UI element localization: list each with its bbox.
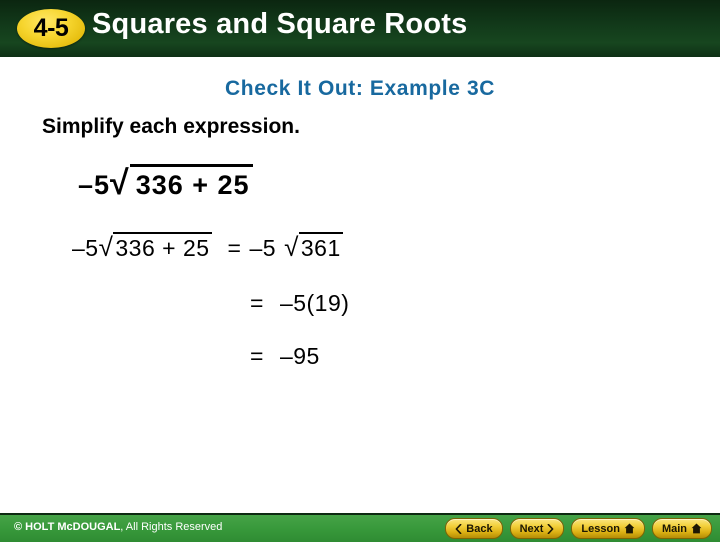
- back-button-label: Back: [466, 522, 493, 535]
- main-button-label: Main: [661, 522, 687, 535]
- main-button[interactable]: Main: [651, 518, 712, 539]
- next-button[interactable]: Next: [509, 518, 565, 539]
- navigation-bar: Back Next Lesson Main: [445, 518, 712, 539]
- line1-rhs-radical: √361: [284, 231, 343, 262]
- home-icon: [624, 523, 635, 534]
- page-title: Squares and Square Roots: [92, 8, 468, 40]
- problem-expression: –5√ 336 + 25: [78, 164, 253, 202]
- back-button[interactable]: Back: [445, 518, 503, 539]
- line3-equals: =: [250, 343, 264, 369]
- radical-sign-icon: √: [98, 232, 114, 262]
- copyright-rights: , All Rights Reserved: [120, 521, 223, 533]
- line1-lhs-radical: √336 + 25: [98, 231, 212, 262]
- line1-rhs-radicand: 361: [298, 231, 343, 261]
- radical-sign-icon: √: [284, 232, 299, 262]
- instruction-text: Simplify each expression.: [42, 115, 300, 138]
- line3-expression: –95: [279, 343, 320, 369]
- chevron-left-icon: [455, 523, 462, 534]
- example-subtitle: Check It Out: Example 3C: [225, 77, 495, 100]
- line1-lhs-coefficient: –5: [72, 235, 99, 261]
- copyright-holder: © HOLT McDOUGAL: [14, 521, 121, 533]
- line2-expression: –5(19): [279, 290, 350, 316]
- radical-sign-icon: √: [110, 164, 130, 202]
- line2-equals: =: [250, 290, 264, 316]
- slide-header: 4-5 Squares and Square Roots: [0, 0, 720, 57]
- chevron-right-icon: [547, 523, 554, 534]
- line1-rhs-coefficient: –5: [249, 235, 277, 261]
- lesson-button[interactable]: Lesson: [571, 518, 645, 539]
- next-button-label: Next: [519, 522, 544, 535]
- lesson-button-label: Lesson: [581, 522, 620, 535]
- lesson-number-badge: 4-5: [17, 9, 85, 48]
- solution-line-3: = –95: [250, 343, 320, 370]
- problem-radicand: 336 + 25: [129, 164, 253, 201]
- problem-radical: √ 336 + 25: [110, 164, 253, 202]
- slide-footer: © HOLT McDOUGAL, All Rights Reserved Bac…: [0, 513, 720, 542]
- lesson-number-label: 4-5: [33, 14, 69, 42]
- solution-line-2: = –5(19): [250, 290, 349, 317]
- home-icon: [691, 523, 702, 534]
- solution-line-1: –5√336 + 25 = –5 √361: [72, 231, 343, 262]
- copyright-notice: © HOLT McDOUGAL, All Rights Reserved: [14, 521, 222, 533]
- line1-equals: =: [227, 235, 242, 261]
- line1-lhs-radicand: 336 + 25: [113, 231, 212, 261]
- problem-coefficient: –5: [78, 170, 111, 200]
